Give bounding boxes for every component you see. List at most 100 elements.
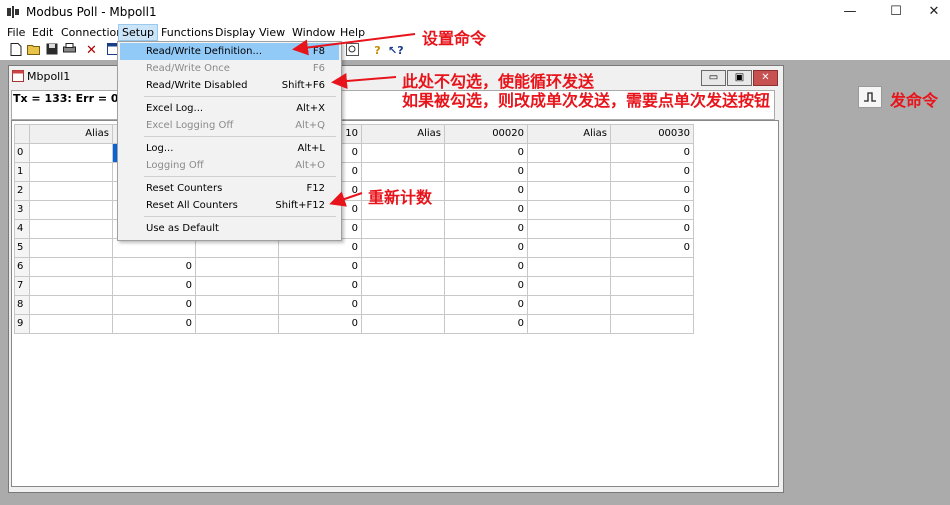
alias-cell[interactable] bbox=[527, 257, 611, 277]
alias-cell[interactable] bbox=[527, 181, 611, 201]
close-button[interactable]: ✕ bbox=[914, 2, 950, 22]
alias-cell[interactable] bbox=[361, 162, 445, 182]
send-once-button[interactable] bbox=[858, 86, 882, 108]
value-cell[interactable]: 0 bbox=[112, 314, 196, 334]
menu-edit[interactable]: Edit bbox=[29, 25, 56, 40]
alias-cell[interactable] bbox=[527, 314, 611, 334]
menu-help[interactable]: Help bbox=[337, 25, 368, 40]
menu-window[interactable]: Window bbox=[289, 25, 338, 40]
value-cell[interactable]: 0 bbox=[444, 314, 528, 334]
setup-menu-item[interactable]: Log... Alt+L bbox=[120, 140, 339, 157]
value-cell[interactable]: 0 bbox=[444, 143, 528, 163]
save-icon[interactable] bbox=[44, 43, 59, 58]
open-icon[interactable] bbox=[26, 43, 41, 58]
alias-cell[interactable] bbox=[195, 314, 279, 334]
child-minimize-button[interactable]: ▭ bbox=[701, 70, 726, 86]
alias-cell[interactable] bbox=[29, 200, 113, 220]
alias-cell[interactable] bbox=[29, 162, 113, 182]
setup-menu-item[interactable]: Read/Write Disabled Shift+F6 bbox=[120, 77, 339, 94]
value-cell[interactable] bbox=[610, 276, 694, 296]
alias-cell[interactable] bbox=[361, 257, 445, 277]
setup-menu-item[interactable]: Reset Counters F12 bbox=[120, 180, 339, 197]
alias-cell[interactable] bbox=[361, 238, 445, 258]
alias-cell[interactable] bbox=[29, 219, 113, 239]
menu-item-label: Excel Logging Off bbox=[146, 120, 234, 131]
setup-menu-item[interactable]: Excel Log... Alt+X bbox=[120, 100, 339, 117]
alias-cell[interactable] bbox=[29, 276, 113, 296]
value-cell[interactable]: 0 bbox=[610, 219, 694, 239]
delete-icon[interactable]: ✕ bbox=[84, 43, 99, 58]
child-restore-button[interactable]: ▣ bbox=[727, 70, 752, 86]
value-cell[interactable]: 0 bbox=[444, 219, 528, 239]
alias-cell[interactable] bbox=[29, 257, 113, 277]
alias-cell[interactable] bbox=[361, 295, 445, 315]
alias-cell[interactable] bbox=[195, 238, 279, 258]
menu-connection[interactable]: Connection bbox=[58, 25, 126, 40]
alias-cell[interactable] bbox=[527, 276, 611, 296]
value-cell[interactable]: 0 bbox=[444, 200, 528, 220]
value-cell[interactable]: 0 bbox=[278, 257, 362, 277]
value-cell[interactable]: 0 bbox=[444, 181, 528, 201]
alias-cell[interactable] bbox=[29, 295, 113, 315]
child-title: Mbpoll1 bbox=[27, 70, 71, 83]
window-title: Modbus Poll - Mbpoll1 bbox=[26, 5, 157, 19]
alias-cell[interactable] bbox=[361, 219, 445, 239]
value-cell[interactable]: 0 bbox=[444, 162, 528, 182]
setup-menu-item[interactable]: Reset All Counters Shift+F12 bbox=[120, 197, 339, 214]
value-cell[interactable]: 0 bbox=[610, 162, 694, 182]
alias-cell[interactable] bbox=[361, 276, 445, 296]
menu-file[interactable]: File bbox=[4, 25, 28, 40]
alias-cell[interactable] bbox=[527, 200, 611, 220]
value-cell[interactable]: 0 bbox=[444, 276, 528, 296]
alias-cell[interactable] bbox=[195, 257, 279, 277]
setup-menu-item[interactable]: Use as Default bbox=[120, 220, 339, 237]
value-cell[interactable] bbox=[610, 314, 694, 334]
grid-corner bbox=[14, 124, 30, 144]
row-label: 5 bbox=[14, 238, 30, 258]
alias-cell[interactable] bbox=[29, 143, 113, 163]
menu-functions[interactable]: Functions bbox=[158, 25, 217, 40]
value-cell[interactable]: 0 bbox=[278, 295, 362, 315]
zoom-icon[interactable] bbox=[345, 43, 360, 58]
alias-cell[interactable] bbox=[361, 143, 445, 163]
alias-cell[interactable] bbox=[29, 314, 113, 334]
context-help-icon[interactable]: ↖? bbox=[388, 43, 404, 58]
help-icon[interactable]: ? bbox=[370, 43, 385, 58]
value-cell[interactable]: 0 bbox=[112, 295, 196, 315]
value-cell[interactable]: 0 bbox=[278, 276, 362, 296]
alias-cell[interactable] bbox=[527, 219, 611, 239]
menu-display[interactable]: Display bbox=[212, 25, 259, 40]
value-cell[interactable]: 0 bbox=[278, 314, 362, 334]
alias-cell[interactable] bbox=[527, 295, 611, 315]
value-cell[interactable]: 0 bbox=[444, 257, 528, 277]
alias-cell[interactable] bbox=[527, 238, 611, 258]
value-cell[interactable]: 0 bbox=[610, 143, 694, 163]
alias-cell[interactable] bbox=[29, 238, 113, 258]
alias-cell[interactable] bbox=[195, 295, 279, 315]
alias-cell[interactable] bbox=[361, 314, 445, 334]
maximize-button[interactable]: ☐ bbox=[876, 2, 916, 22]
menu-setup[interactable]: Setup bbox=[118, 24, 159, 41]
alias-cell[interactable] bbox=[29, 181, 113, 201]
value-cell[interactable]: 0 bbox=[444, 295, 528, 315]
value-cell[interactable] bbox=[112, 238, 196, 258]
value-cell[interactable]: 0 bbox=[610, 181, 694, 201]
value-cell[interactable]: 0 bbox=[444, 238, 528, 258]
value-cell[interactable] bbox=[610, 295, 694, 315]
row-label: 2 bbox=[14, 181, 30, 201]
value-cell[interactable]: 0 bbox=[610, 238, 694, 258]
alias-cell[interactable] bbox=[195, 276, 279, 296]
value-cell[interactable]: 0 bbox=[112, 257, 196, 277]
print-icon[interactable] bbox=[62, 43, 77, 58]
value-cell[interactable]: 0 bbox=[278, 238, 362, 258]
new-icon[interactable] bbox=[8, 43, 23, 58]
value-cell[interactable]: 0 bbox=[610, 200, 694, 220]
alias-cell[interactable] bbox=[527, 162, 611, 182]
setup-menu-item[interactable]: Read/Write Definition... F8 bbox=[120, 43, 339, 60]
menu-view[interactable]: View bbox=[256, 25, 288, 40]
child-close-button[interactable]: ✕ bbox=[753, 70, 778, 86]
minimize-button[interactable]: — bbox=[830, 2, 870, 22]
value-cell[interactable] bbox=[610, 257, 694, 277]
alias-cell[interactable] bbox=[527, 143, 611, 163]
value-cell[interactable]: 0 bbox=[112, 276, 196, 296]
